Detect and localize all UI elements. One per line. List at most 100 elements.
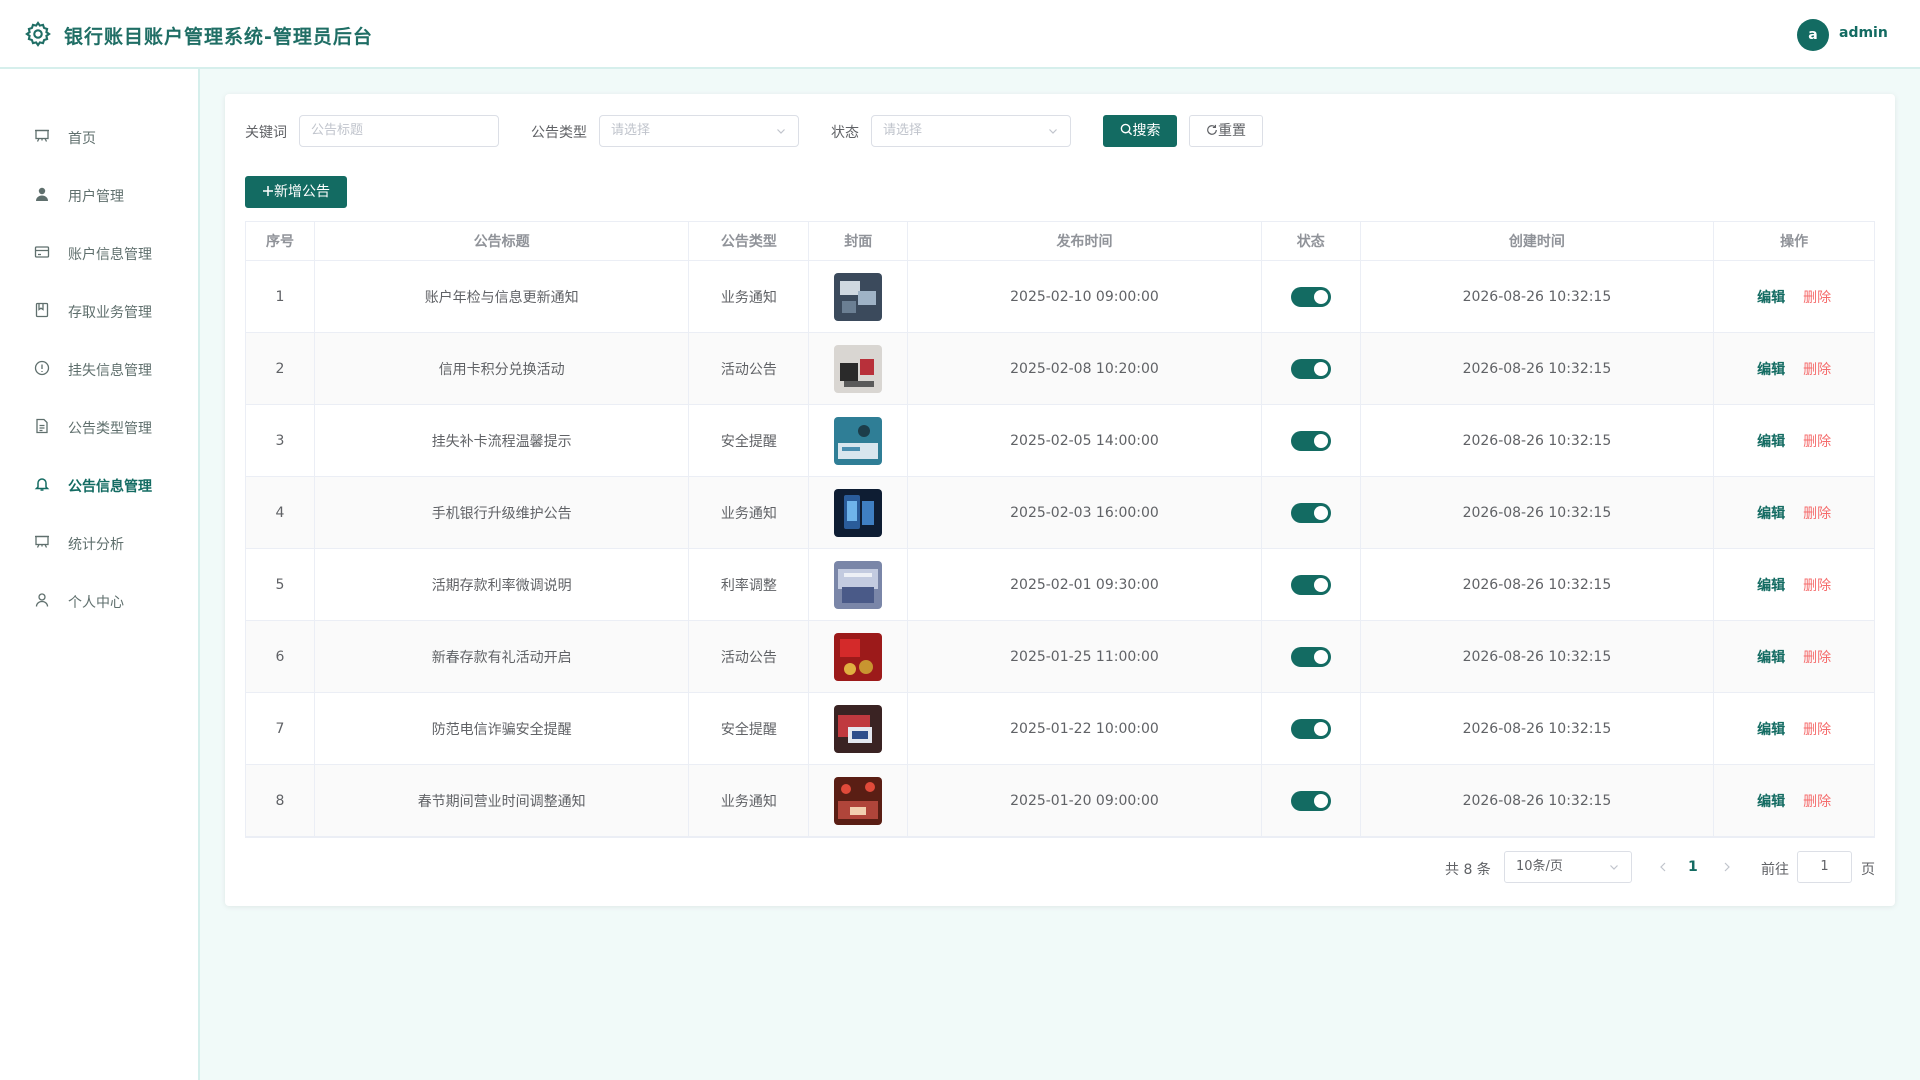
reset-button-label: 重置: [1218, 123, 1246, 139]
delete-button[interactable]: 删除: [1803, 575, 1831, 595]
bell-icon: [34, 478, 50, 491]
status-toggle[interactable]: [1290, 286, 1331, 307]
table-row: 4 手机银行升级维护公告 业务通知 2025-02-03 16:00:00 2026-0…: [246, 477, 1874, 549]
cell-type: 活动公告: [689, 621, 810, 692]
cover-image[interactable]: [834, 488, 883, 537]
cell-type: 安全提醒: [689, 693, 810, 764]
cell-publish-time: 2025-01-22 10:00:00: [908, 693, 1262, 764]
cell-created-time: 2026-08-26 10:32:15: [1361, 405, 1715, 476]
delete-button[interactable]: 删除: [1803, 647, 1831, 667]
reset-button[interactable]: 重置: [1189, 115, 1263, 147]
notice-type-select[interactable]: 请选择: [599, 115, 799, 147]
delete-button[interactable]: 删除: [1803, 503, 1831, 523]
cell-title: 活期存款利率微调说明: [315, 549, 690, 620]
cell-index: 5: [246, 549, 315, 620]
status-toggle[interactable]: [1290, 646, 1331, 667]
sidebar-item-statistics[interactable]: 统计分析: [0, 522, 198, 562]
status-toggle[interactable]: [1290, 358, 1331, 379]
pagination-total: 共 8 条: [1445, 862, 1491, 878]
status-toggle[interactable]: [1290, 430, 1331, 451]
cell-index: 7: [246, 693, 315, 764]
edit-button[interactable]: 编辑: [1757, 575, 1785, 595]
keyword-input[interactable]: 公告标题: [299, 115, 499, 147]
delete-button[interactable]: 删除: [1803, 359, 1831, 379]
sidebar-item-users[interactable]: 用户管理: [0, 174, 198, 214]
table-row: 5 活期存款利率微调说明 利率调整 2025-02-01 09:30:00 2026-0…: [246, 549, 1874, 621]
cover-image[interactable]: [834, 776, 883, 825]
status-select[interactable]: 请选择: [871, 115, 1071, 147]
col-header-index: 序号: [246, 222, 315, 260]
toggle-knob: [1313, 433, 1328, 448]
edit-button[interactable]: 编辑: [1757, 431, 1785, 451]
cell-title: 防范电信诈骗安全提醒: [315, 693, 690, 764]
toggle-knob: [1313, 649, 1328, 664]
status-toggle[interactable]: [1290, 718, 1331, 739]
cover-image[interactable]: [834, 416, 883, 465]
sidebar-item-label: 公告信息管理: [68, 479, 152, 495]
delete-button[interactable]: 删除: [1803, 287, 1831, 307]
page-size-select[interactable]: 10条/页: [1504, 851, 1632, 883]
table-row: 6 新春存款有礼活动开启 活动公告 2025-01-25 11:00:00 2026-0…: [246, 621, 1874, 693]
page-size-value: 10条/页: [1516, 859, 1563, 874]
edit-button[interactable]: 编辑: [1757, 287, 1785, 307]
search-button[interactable]: 搜索: [1103, 115, 1177, 147]
delete-button[interactable]: 删除: [1803, 719, 1831, 739]
goto-page-input[interactable]: 1: [1797, 851, 1852, 883]
cell-type: 安全提醒: [689, 405, 810, 476]
next-page-icon[interactable]: [1721, 860, 1733, 874]
cell-title: 账户年检与信息更新通知: [315, 261, 690, 332]
cell-status: [1262, 621, 1361, 692]
top-header: 银行账目账户管理系统-管理员后台 a admin: [0, 0, 1920, 69]
cover-image[interactable]: [834, 272, 883, 321]
cell-actions: 编辑 删除: [1714, 549, 1874, 620]
app-title: 银行账目账户管理系统-管理员后台: [64, 26, 373, 48]
cell-type: 活动公告: [689, 333, 810, 404]
cell-cover: [809, 333, 909, 404]
cover-image[interactable]: [834, 632, 883, 681]
avatar[interactable]: a: [1797, 19, 1829, 51]
cell-created-time: 2026-08-26 10:32:15: [1361, 477, 1715, 548]
sidebar-item-deposits[interactable]: 存取业务管理: [0, 290, 198, 330]
chevron-down-icon: [777, 129, 785, 134]
sidebar-item-loss-report[interactable]: 挂失信息管理: [0, 348, 198, 388]
status-toggle[interactable]: [1290, 790, 1331, 811]
search-button-label: 搜索: [1132, 123, 1161, 139]
edit-button[interactable]: 编辑: [1757, 647, 1785, 667]
sidebar-item-home[interactable]: 首页: [0, 116, 198, 156]
cover-image[interactable]: [834, 344, 883, 393]
cover-image[interactable]: [834, 560, 883, 609]
cell-created-time: 2026-08-26 10:32:15: [1361, 765, 1715, 836]
status-toggle[interactable]: [1290, 502, 1331, 523]
cell-publish-time: 2025-02-05 14:00:00: [908, 405, 1262, 476]
cell-actions: 编辑 删除: [1714, 261, 1874, 332]
edit-button[interactable]: 编辑: [1757, 791, 1785, 811]
presentation-icon: [35, 129, 49, 142]
edit-button[interactable]: 编辑: [1757, 359, 1785, 379]
page-number-current[interactable]: 1: [1688, 859, 1698, 875]
sidebar-item-notice-types[interactable]: 公告类型管理: [0, 406, 198, 446]
sidebar: 首页 用户管理 账户信息管理 存取业务管理 挂失信息管理 公告类型管理 公告信息…: [0, 69, 200, 1080]
prev-page-icon[interactable]: [1657, 860, 1669, 874]
sidebar-item-label: 个人中心: [68, 595, 124, 611]
col-header-cover: 封面: [809, 222, 909, 260]
sidebar-item-label: 存取业务管理: [68, 305, 152, 321]
username[interactable]: admin: [1839, 25, 1888, 41]
cell-created-time: 2026-08-26 10:32:15: [1361, 333, 1715, 404]
col-header-title: 公告标题: [315, 222, 690, 260]
cell-status: [1262, 333, 1361, 404]
status-toggle[interactable]: [1290, 574, 1331, 595]
sidebar-item-notices[interactable]: 公告信息管理: [0, 464, 198, 504]
edit-button[interactable]: 编辑: [1757, 719, 1785, 739]
delete-button[interactable]: 删除: [1803, 791, 1831, 811]
cell-title: 新春存款有礼活动开启: [315, 621, 690, 692]
cell-status: [1262, 477, 1361, 548]
cell-publish-time: 2025-01-25 11:00:00: [908, 621, 1262, 692]
sidebar-item-accounts[interactable]: 账户信息管理: [0, 232, 198, 272]
cover-image[interactable]: [834, 704, 883, 753]
sidebar-item-profile[interactable]: 个人中心: [0, 580, 198, 620]
chevron-down-icon: [1610, 865, 1618, 870]
add-notice-button[interactable]: 新增公告: [245, 176, 347, 208]
edit-button[interactable]: 编辑: [1757, 503, 1785, 523]
delete-button[interactable]: 删除: [1803, 431, 1831, 451]
cell-type: 业务通知: [689, 765, 810, 836]
